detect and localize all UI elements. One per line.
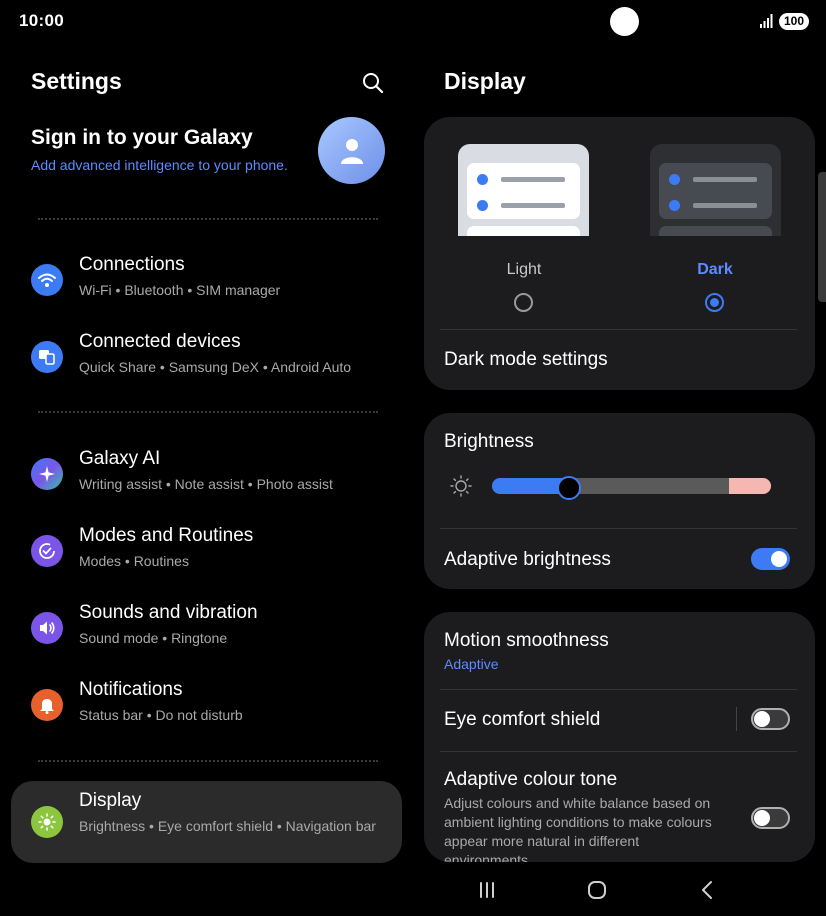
account-title[interactable]: Sign in to your Galaxy <box>31 126 253 150</box>
back-button[interactable] <box>692 876 722 904</box>
recents-icon <box>480 882 494 898</box>
brightness-slider-thumb[interactable] <box>557 476 581 500</box>
search-button[interactable] <box>358 68 388 98</box>
item-label: Display <box>79 790 142 811</box>
divider <box>38 411 378 413</box>
dark-theme-label: Dark <box>697 261 733 278</box>
item-label: Connections <box>79 254 185 275</box>
settings-item-notifications[interactable]: Notifications Status bar • Do not distur… <box>11 670 402 740</box>
home-icon <box>588 881 606 899</box>
item-subtitle: Modes • Routines <box>79 553 189 569</box>
divider <box>38 218 378 220</box>
item-label: Sounds and vibration <box>79 602 258 623</box>
person-icon <box>340 138 363 164</box>
brightness-card: Brightness Adaptive brightness <box>424 413 815 589</box>
adaptive-tone-description: Adjust colours and white balance based o… <box>444 795 712 862</box>
item-label: Modes and Routines <box>79 525 254 546</box>
avatar[interactable] <box>318 117 385 184</box>
item-label: Galaxy AI <box>79 448 161 469</box>
display-title: Display <box>444 68 526 94</box>
signal-icon <box>760 14 773 28</box>
page-title: Settings <box>31 68 122 94</box>
item-subtitle: Writing assist • Note assist • Photo ass… <box>79 476 333 492</box>
settings-item-sounds[interactable]: Sounds and vibration Sound mode • Ringto… <box>11 593 402 663</box>
devices-icon <box>31 341 63 373</box>
eye-comfort-label[interactable]: Eye comfort shield <box>444 709 600 731</box>
sun-icon <box>31 806 63 838</box>
motion-smoothness-value: Adaptive <box>444 656 499 672</box>
brightness-sun-icon <box>450 475 472 497</box>
divider <box>440 528 797 529</box>
item-subtitle: Wi-Fi • Bluetooth • SIM manager <box>79 282 281 298</box>
item-label: Notifications <box>79 679 183 700</box>
theme-card: Light Dark Dark mode settings <box>424 117 815 390</box>
item-subtitle: Quick Share • Samsung DeX • Android Auto <box>79 359 352 375</box>
account-subtitle[interactable]: Add advanced intelligence to your phone. <box>31 157 288 173</box>
camera-cutout <box>610 7 639 36</box>
speaker-icon <box>31 612 63 644</box>
light-theme-radio[interactable] <box>514 293 533 312</box>
settings-item-galaxy-ai[interactable]: Galaxy AI Writing assist • Note assist •… <box>11 439 402 509</box>
adaptive-brightness-toggle[interactable] <box>751 548 790 570</box>
recents-button[interactable] <box>472 876 502 904</box>
status-time: 10:00 <box>19 11 64 30</box>
adaptive-tone-label[interactable]: Adaptive colour tone <box>444 769 617 791</box>
item-subtitle: Sound mode • Ringtone <box>79 630 228 646</box>
brightness-label: Brightness <box>444 431 534 452</box>
eye-comfort-toggle[interactable] <box>751 708 790 730</box>
item-label: Connected devices <box>79 331 241 352</box>
adaptive-brightness-label[interactable]: Adaptive brightness <box>444 549 611 571</box>
light-theme-preview[interactable] <box>458 144 589 236</box>
brightness-slider-fill <box>492 478 567 494</box>
display-options-card: Motion smoothness Adaptive Eye comfort s… <box>424 612 815 862</box>
search-icon <box>363 73 384 94</box>
divider <box>38 760 378 762</box>
settings-item-modes-routines[interactable]: Modes and Routines Modes • Routines <box>11 516 402 586</box>
divider <box>440 751 797 752</box>
home-button[interactable] <box>582 876 612 904</box>
wifi-icon <box>31 264 63 296</box>
brightness-slider[interactable] <box>492 478 771 494</box>
item-subtitle: Status bar • Do not disturb <box>79 707 243 723</box>
item-subtitle: Brightness • Eye comfort shield • Naviga… <box>79 818 376 834</box>
divider <box>440 329 797 330</box>
settings-item-connected-devices[interactable]: Connected devices Quick Share • Samsung … <box>11 322 402 392</box>
bell-icon <box>31 689 63 721</box>
light-theme-label: Light <box>506 261 542 278</box>
settings-item-display[interactable]: Display Brightness • Eye comfort shield … <box>11 781 402 863</box>
edge-panel-handle[interactable] <box>818 172 826 302</box>
settings-item-connections[interactable]: Connections Wi-Fi • Bluetooth • SIM mana… <box>11 245 402 315</box>
motion-smoothness-label[interactable]: Motion smoothness <box>444 630 609 652</box>
divider <box>440 689 797 690</box>
dark-mode-settings-link[interactable]: Dark mode settings <box>444 349 608 371</box>
divider <box>736 707 737 731</box>
brightness-extra-zone <box>729 478 771 494</box>
back-icon <box>702 881 712 899</box>
routine-icon <box>31 535 63 567</box>
adaptive-tone-toggle[interactable] <box>751 807 790 829</box>
dark-theme-preview[interactable] <box>650 144 781 236</box>
dark-theme-radio[interactable] <box>705 293 724 312</box>
battery-icon: 100 <box>779 13 809 30</box>
sparkle-icon <box>31 458 63 490</box>
